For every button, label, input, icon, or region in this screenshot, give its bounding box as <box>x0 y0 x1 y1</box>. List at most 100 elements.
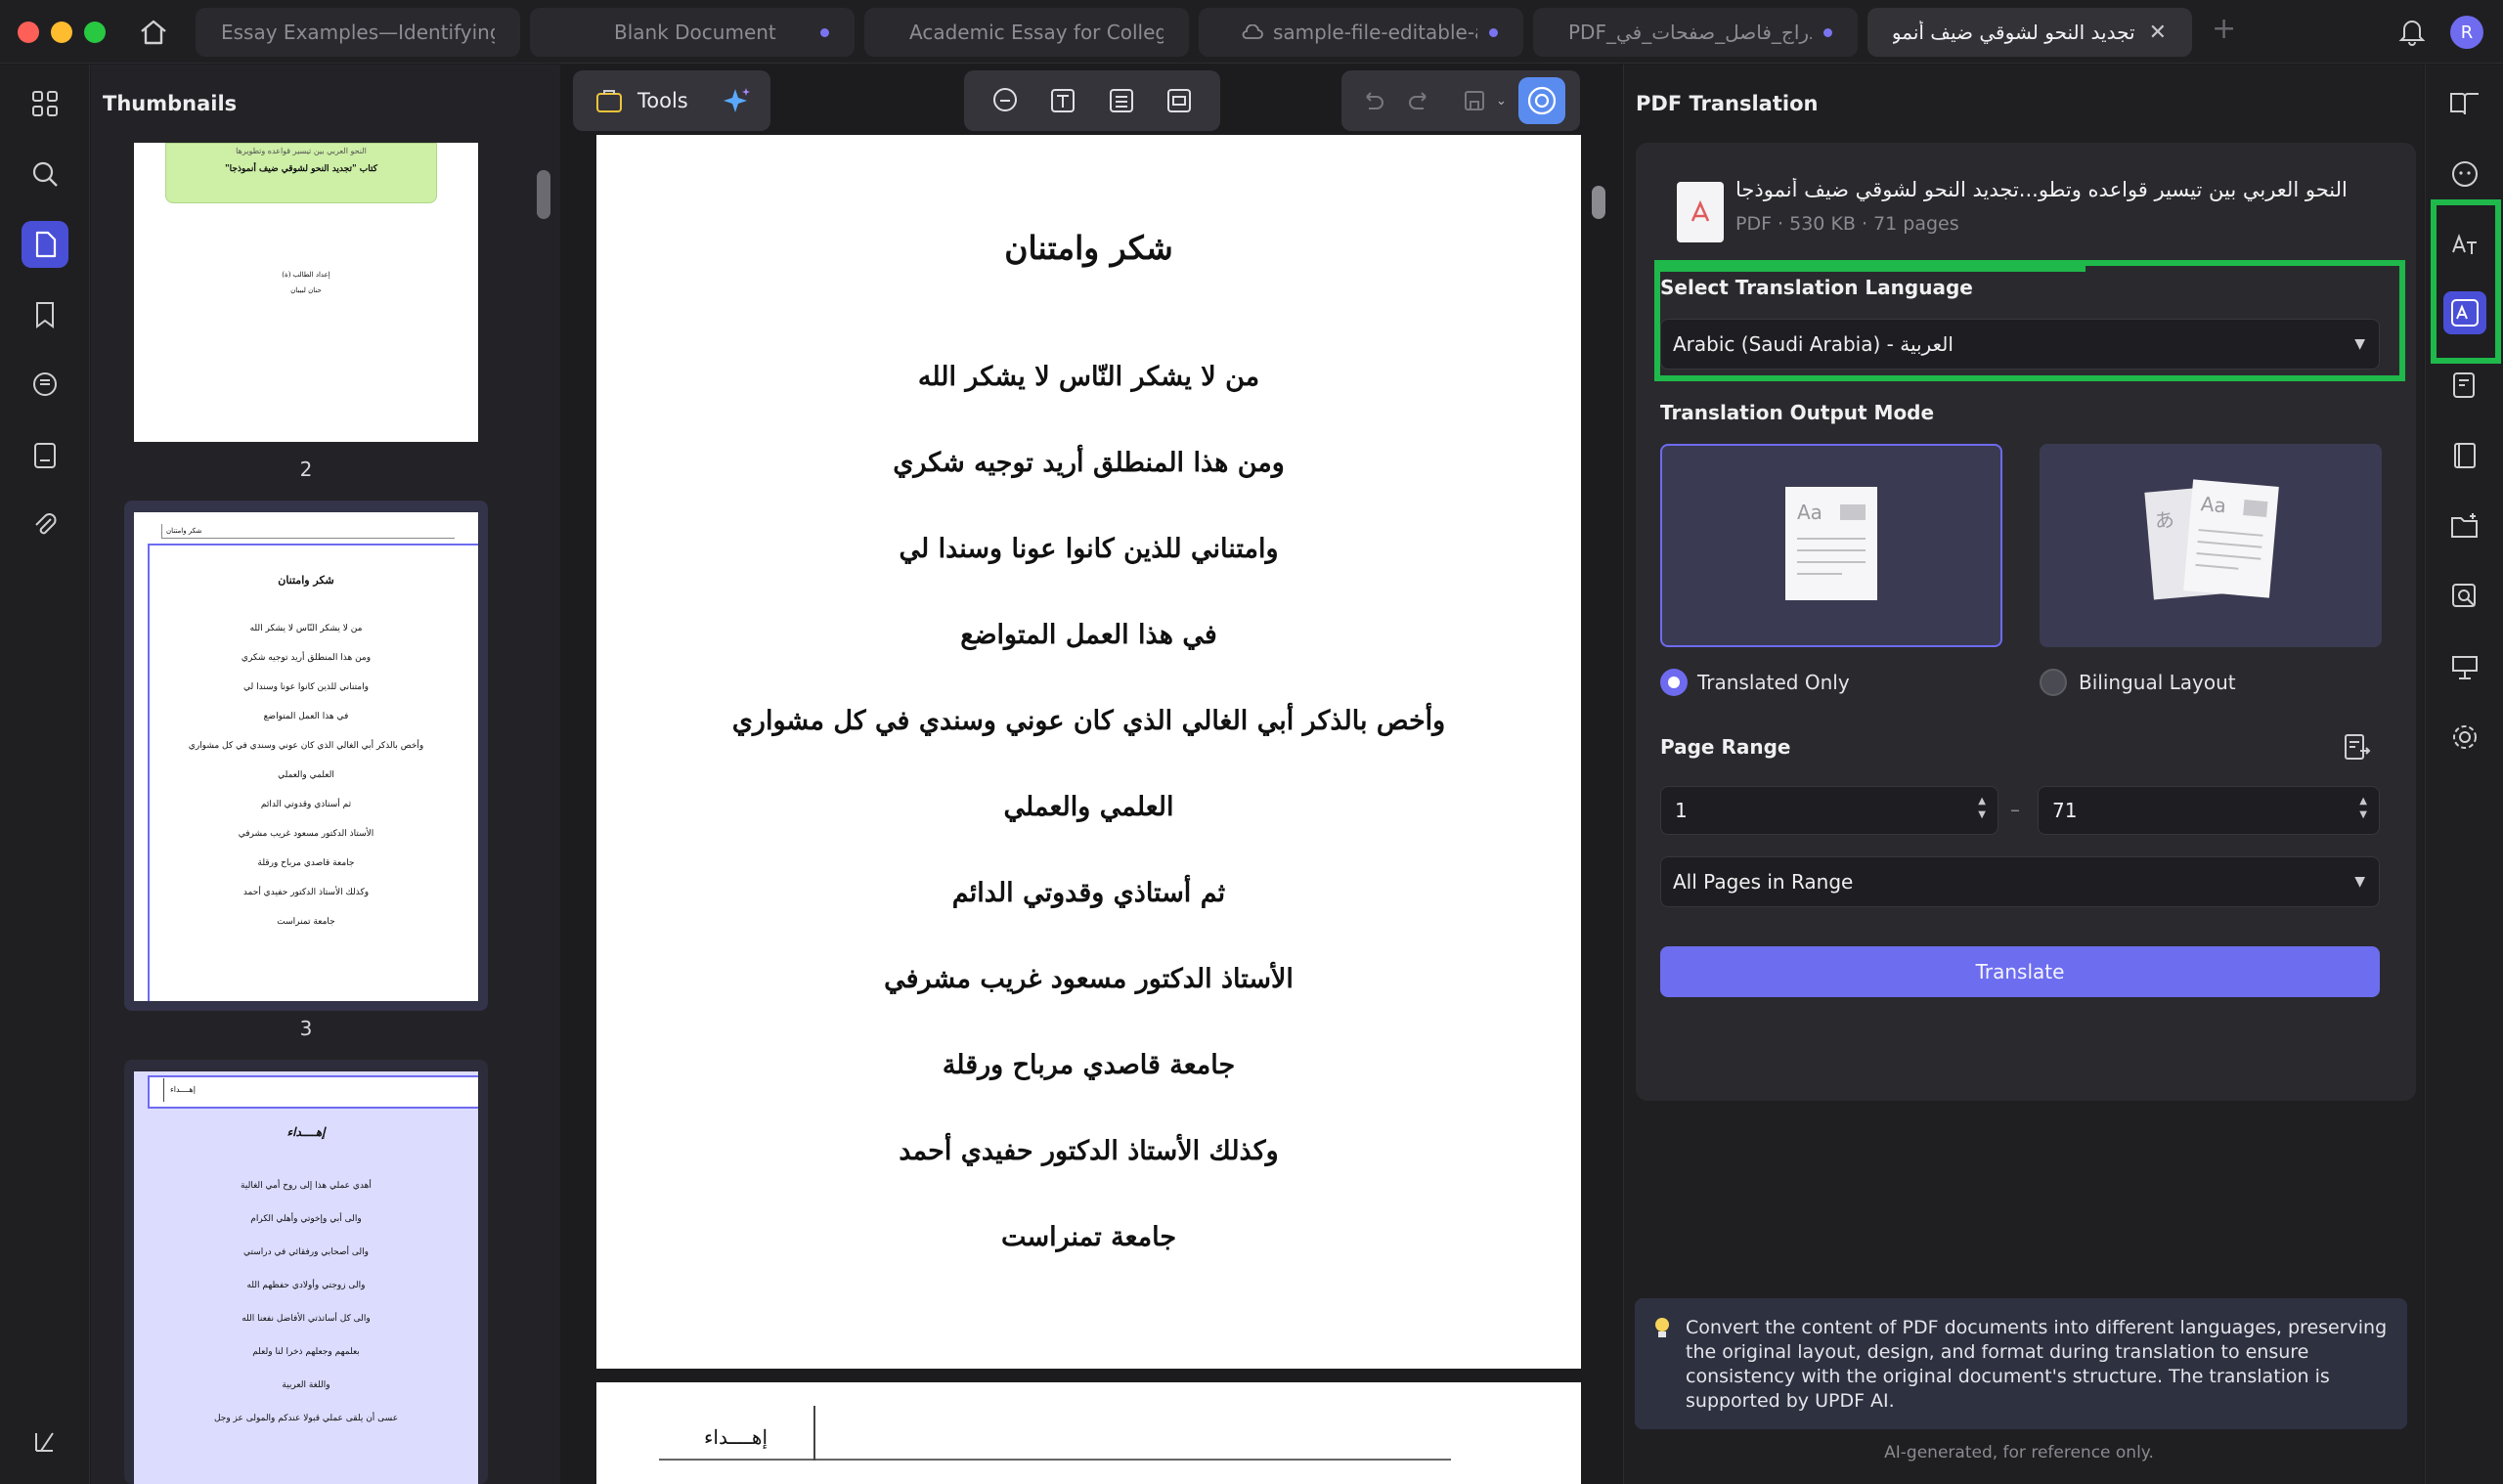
thumbnail-line: ومن هذا المنطلق أريد توجيه شكري <box>241 653 372 663</box>
thumbnail-title: إهــــداء <box>286 1125 326 1139</box>
ai-assistant-icon[interactable] <box>2443 153 2486 196</box>
translated-only-card[interactable]: Aa <box>1660 444 2002 647</box>
bilingual-layout-card[interactable]: あ Aa <box>2040 444 2382 647</box>
book-open-icon[interactable] <box>2443 82 2486 125</box>
file-name: النحو العربي بين تيسير قواعده وتطو...تجد… <box>1735 178 2348 201</box>
save-dropdown-icon[interactable]: ⌄ <box>1496 94 1507 109</box>
tools-icon[interactable] <box>594 86 624 115</box>
page-line: العلمي والعملي <box>1003 792 1174 822</box>
pages-icon[interactable] <box>22 221 68 268</box>
user-avatar[interactable]: R <box>2450 16 2483 49</box>
redo-icon[interactable] <box>1406 87 1433 114</box>
translated-only-radio[interactable] <box>1660 669 1688 696</box>
thumbnail-line: بعلمهم وجعلهم ذخرا لنا ولعلم <box>252 1347 360 1357</box>
settings-icon[interactable] <box>2443 716 2486 759</box>
new-tab-button[interactable]: + <box>2212 12 2236 46</box>
translated-only-label[interactable]: Translated Only <box>1697 671 1850 694</box>
thumbnail-page-2[interactable]: النحو العربي بين تيسير قواعده وتطويرها ك… <box>134 143 478 442</box>
range-from-value: 1 <box>1675 799 1688 822</box>
tab-pdf-page-break[interactable]: PDF_إدراج_فاصل_صفحات_في <box>1533 8 1858 57</box>
bilingual-pages-icon: あ Aa <box>2144 479 2279 604</box>
annotation-toolbar <box>964 70 1220 131</box>
bilingual-layout-radio[interactable] <box>2040 669 2067 696</box>
thumbnails-scrollbar[interactable] <box>537 170 550 219</box>
home-icon[interactable] <box>135 14 172 51</box>
document-area: Tools ⌄ شكر وامتنان من لا يشكر النّاس لا… <box>569 65 1615 1484</box>
page-range-select-icon[interactable] <box>2341 731 2372 763</box>
tab-essay-examples[interactable]: Essay Examples—Identifying <box>196 8 520 57</box>
thumbnail-text: النحو العربي بين تيسير قواعده وتطويرها <box>236 147 367 155</box>
range-from-input[interactable]: 1 ▲ ▼ <box>1660 786 1998 835</box>
title-bar: Essay Examples—Identifying Blank Documen… <box>0 0 2503 64</box>
undo-icon[interactable] <box>1359 87 1386 114</box>
tab-blank-document[interactable]: Blank Document <box>530 8 855 57</box>
thumbnail-title: شكر وامتنان <box>278 574 334 587</box>
tab-label: Blank Document <box>614 21 776 44</box>
save-icon[interactable] <box>1461 87 1488 114</box>
thumbnail-text: إهــــداء <box>163 1078 201 1102</box>
thumbnail-banner: النحو العربي بين تيسير قواعده وتطويرها ك… <box>165 143 437 203</box>
pdf-page-4[interactable]: إهــــداء <box>596 1382 1581 1484</box>
folder-plus-icon[interactable] <box>2443 504 2486 547</box>
sidebar-toggle-icon[interactable] <box>22 1418 68 1464</box>
apps-grid-icon[interactable] <box>22 80 68 127</box>
thumbnail-line: ثم أستاذي وقدوتي الدائم <box>260 800 352 809</box>
thumbnails-title: Thumbnails <box>103 92 238 115</box>
stepper-icon[interactable]: ▲ ▼ <box>2359 795 2367 822</box>
tab-academic-essay[interactable]: Academic Essay for College <box>864 8 1189 57</box>
search-doc-icon[interactable] <box>2443 575 2486 618</box>
thumbnail-line: واللغة العربية <box>282 1380 330 1390</box>
tools-label[interactable]: Tools <box>637 89 688 112</box>
edit-text-icon[interactable] <box>1047 85 1078 116</box>
translate-button[interactable]: Translate <box>1660 946 2380 997</box>
form-tool-icon[interactable] <box>1164 85 1195 116</box>
tool-highlight-box <box>2431 199 2501 364</box>
language-label: Select Translation Language <box>1660 276 1973 299</box>
comment-tool-icon[interactable] <box>989 85 1021 116</box>
page-line: في هذا العمل المتواضع <box>960 620 1217 650</box>
language-select[interactable]: Arabic (Saudi Arabia) - العربية ▼ <box>1660 319 2380 370</box>
page-heading: شكر وامتنان <box>1004 229 1173 267</box>
bookmark-icon[interactable] <box>22 291 68 338</box>
thumbnail-page-4[interactable]: إهــــداء إهــــداء أهدي عملي هذا إلى رو… <box>134 1071 478 1484</box>
ai-summarize-icon[interactable] <box>2443 364 2486 407</box>
ai-assistant-button[interactable] <box>1517 77 1565 124</box>
thumbnails-panel: Thumbnails النحو العربي بين تيسير قواعده… <box>91 65 560 1484</box>
notification-bell-icon[interactable] <box>2397 16 2427 47</box>
document-scrollbar[interactable] <box>1592 186 1605 219</box>
minimize-window-button[interactable] <box>51 22 72 43</box>
page-line: ثم أستاذي وقدوتي الدائم <box>951 878 1226 908</box>
organize-pages-icon[interactable] <box>1106 85 1137 116</box>
unsaved-dot-icon <box>1823 27 1832 37</box>
bilingual-layout-label[interactable]: Bilingual Layout <box>2079 671 2236 694</box>
thumbnail-line: والى أصحابي ورفقائي في دراستي <box>243 1247 369 1257</box>
thumbnail-text: إعداد الطالب (ة) <box>282 271 330 279</box>
range-to-input[interactable]: 71 ▲ ▼ <box>2038 786 2380 835</box>
page-line: وأخص بالذكر أبي الغالي الذي كان عوني وسن… <box>731 706 1446 736</box>
cloud-icon <box>1242 24 1263 40</box>
presentation-icon[interactable] <box>2443 645 2486 688</box>
page-line: من لا يشكر النّاس لا يشكر الله <box>917 362 1260 392</box>
stepper-icon[interactable]: ▲ ▼ <box>1978 795 1986 822</box>
thumbnail-line: جامعة قاصدي مرباح ورقلة <box>257 858 355 868</box>
single-page-icon: Aa <box>1785 487 1877 600</box>
attachment-icon[interactable] <box>22 502 68 549</box>
tab-active-document[interactable]: تجديد النحو لشوقي ضيف أنموذجا ✕ <box>1867 8 2192 57</box>
thumbnail-line: وأخص بالذكر أبي الغالي الذي كان عوني وسن… <box>188 741 424 751</box>
maximize-window-button[interactable] <box>84 22 106 43</box>
form-icon[interactable] <box>22 432 68 479</box>
thumbnail-page-3[interactable]: شكر وامتنان شكر وامتنان من لا يشكر النّا… <box>134 512 478 1001</box>
close-tab-icon[interactable]: ✕ <box>2149 21 2167 45</box>
tab-label: PDF_إدراج_فاصل_صفحات_في <box>1568 21 1812 44</box>
comment-icon[interactable] <box>22 362 68 409</box>
search-icon[interactable] <box>22 151 68 197</box>
pdf-page-3[interactable]: شكر وامتنان من لا يشكر النّاس لا يشكر ال… <box>596 135 1581 1369</box>
close-window-button[interactable] <box>18 22 39 43</box>
ai-sparkle-icon[interactable] <box>722 85 753 116</box>
range-scope-select[interactable]: All Pages in Range ▼ <box>1660 856 2380 907</box>
thumbnail-page-number: 3 <box>299 1017 313 1040</box>
tab-sample-file[interactable]: sample-file-editable-and <box>1199 8 1523 57</box>
book-icon[interactable] <box>2443 434 2486 477</box>
page-header-text: إهــــداء <box>704 1425 768 1449</box>
thumbnail-text: شكر وامتنان <box>161 524 205 538</box>
